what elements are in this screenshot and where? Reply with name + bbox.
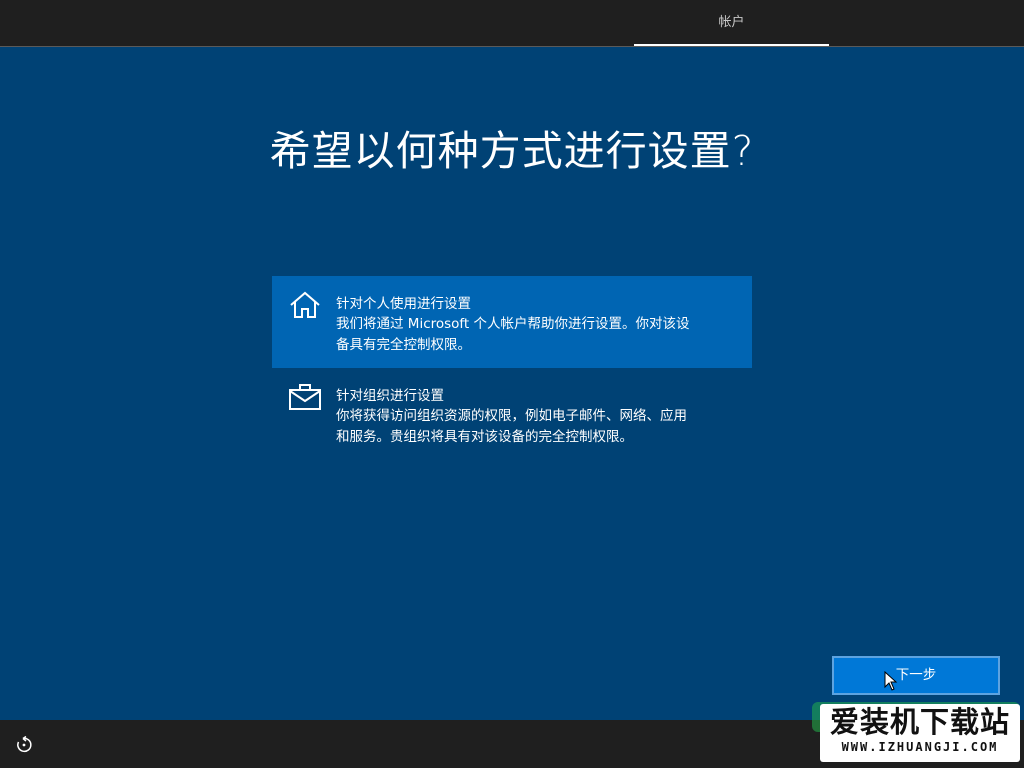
- setup-page: 希望以何种方式进行设置? 针对个人使用进行设置 我们将通过 Microsoft …: [0, 47, 1024, 720]
- mouse-cursor-icon: [884, 670, 898, 691]
- watermark-logo: 爱装机下载站 WWW.IZHUANGJI.COM: [812, 702, 1020, 764]
- ease-of-access-icon[interactable]: [14, 735, 34, 755]
- option-title: 针对个人使用进行设置: [336, 296, 471, 312]
- option-title: 针对组织进行设置: [336, 388, 444, 404]
- page-title: 希望以何种方式进行设置?: [269, 127, 755, 175]
- option-description-line: 我们将通过 Microsoft 个人帐户帮助你进行设置。你对该设: [336, 316, 690, 332]
- option-description-line: 和服务。贵组织将具有对该设备的完全控制权限。: [336, 429, 633, 445]
- home-icon: [288, 290, 322, 320]
- briefcase-icon: [288, 382, 322, 412]
- option-organization[interactable]: 针对组织进行设置 你将获得访问组织资源的权限，例如电子邮件、网络、应用 和服务。…: [272, 368, 752, 460]
- tab-account[interactable]: 帐户: [634, 0, 829, 46]
- watermark-title: 爱装机下载站: [829, 705, 1010, 739]
- option-personal-use[interactable]: 针对个人使用进行设置 我们将通过 Microsoft 个人帐户帮助你进行设置。你…: [272, 276, 752, 368]
- top-bar: 帐户: [0, 0, 1024, 47]
- option-description-line: 备具有完全控制权限。: [336, 337, 471, 353]
- option-description-line: 你将获得访问组织资源的权限，例如电子邮件、网络、应用: [336, 408, 687, 424]
- watermark-url: WWW.IZHUANGJI.COM: [841, 740, 999, 754]
- next-button[interactable]: 下一步: [832, 656, 1000, 695]
